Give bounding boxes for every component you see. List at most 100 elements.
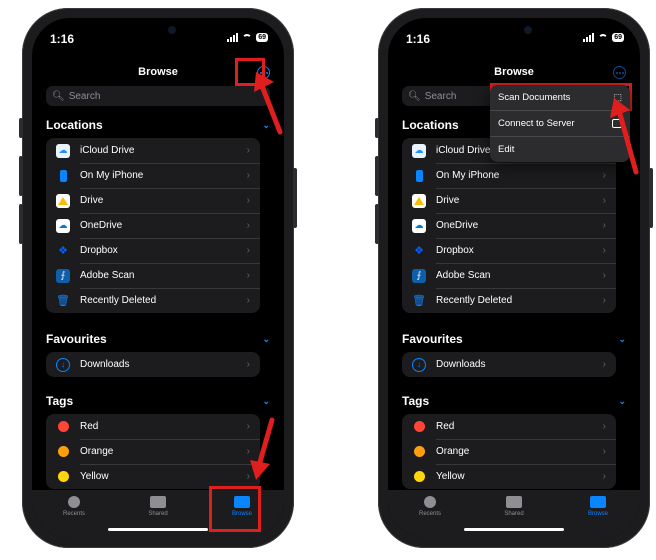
- list-item-label: Orange: [436, 446, 470, 457]
- adobe-scan-icon: ⨍: [412, 268, 426, 283]
- list-item-label: Adobe Scan: [436, 270, 491, 281]
- list-item-downloads[interactable]: ↓ Downloads ›: [46, 352, 260, 377]
- chevron-right-icon: ›: [246, 195, 250, 206]
- download-icon: ↓: [56, 357, 70, 372]
- arrow-to-browse-tab: [250, 417, 275, 480]
- onedrive-icon: ☁: [56, 218, 70, 233]
- list-item-dropbox[interactable]: ❖ Dropbox ›: [402, 238, 616, 263]
- list-item-tag-red[interactable]: Red ›: [402, 414, 616, 439]
- tab-label: Browse: [587, 511, 608, 517]
- tab-browse[interactable]: Browse: [568, 496, 628, 517]
- chevron-down-icon[interactable]: ⌄: [262, 334, 270, 345]
- google-drive-icon: [412, 193, 426, 208]
- locations-list: ☁ iCloud Drive › On My iPhone › Drive › …: [46, 138, 260, 313]
- list-item-onedrive[interactable]: ☁ OneDrive ›: [46, 213, 260, 238]
- list-item-label: On My iPhone: [80, 170, 144, 181]
- list-item-recently-deleted[interactable]: 🗑︎ Recently Deleted ›: [402, 288, 616, 313]
- wifi-icon: [242, 33, 253, 42]
- phone-right: 1:16 69 Browse 🔍︎ Search Locations ⌄ ☁ i…: [375, 8, 653, 548]
- wifi-icon: [598, 33, 609, 42]
- list-item-tag-yellow[interactable]: Yellow ›: [402, 464, 616, 489]
- list-item-label: Recently Deleted: [80, 295, 157, 306]
- list-item-tag-orange[interactable]: Orange ›: [46, 439, 260, 464]
- section-tags[interactable]: Tags ⌄: [402, 394, 626, 408]
- tag-dot-icon: [58, 421, 69, 432]
- google-drive-icon: [56, 193, 70, 208]
- trash-icon: 🗑︎: [56, 295, 70, 307]
- iphone-icon: [56, 169, 70, 183]
- list-item-label: Dropbox: [80, 245, 118, 256]
- tags-list: Red › Orange › Yellow ›: [402, 414, 616, 489]
- dropbox-icon: ❖: [414, 245, 424, 257]
- status-icons: 69: [227, 33, 268, 42]
- battery-icon: 69: [256, 33, 268, 42]
- list-item-on-my-iphone[interactable]: On My iPhone ›: [46, 163, 260, 188]
- list-item-on-my-iphone[interactable]: On My iPhone ›: [402, 163, 616, 188]
- chevron-right-icon: ›: [246, 145, 250, 156]
- list-item-drive[interactable]: Drive ›: [402, 188, 616, 213]
- list-item-label: Yellow: [80, 471, 109, 482]
- section-title: Tags: [46, 394, 74, 408]
- section-title: Tags: [402, 394, 430, 408]
- status-icons: 69: [583, 33, 624, 42]
- icloud-icon: ☁: [56, 143, 70, 158]
- section-favourites[interactable]: Favourites ⌄: [402, 332, 626, 346]
- highlight-box-browse-tab: [209, 486, 261, 532]
- chevron-right-icon: ›: [246, 245, 250, 256]
- chevron-down-icon[interactable]: ⌄: [618, 334, 626, 345]
- tab-recents[interactable]: Recents: [44, 496, 104, 517]
- search-icon: 🔍︎: [52, 90, 65, 102]
- list-item-label: iCloud Drive: [80, 145, 135, 156]
- chevron-down-icon[interactable]: ⌄: [262, 396, 270, 407]
- section-locations[interactable]: Locations ⌄: [46, 118, 270, 132]
- notch: [466, 18, 562, 44]
- icloud-icon: ☁: [412, 143, 426, 158]
- chevron-right-icon: ›: [602, 295, 606, 306]
- menu-item-label: Scan Documents: [498, 92, 571, 103]
- tag-dot-icon: [414, 421, 425, 432]
- chevron-right-icon: ›: [602, 220, 606, 231]
- chevron-right-icon: ›: [246, 295, 250, 306]
- screen: 1:16 69 Browse 🔍︎ Search Locations ⌄ ☁ i…: [388, 18, 640, 538]
- list-item-label: Recently Deleted: [436, 295, 513, 306]
- signal-icon: [583, 33, 595, 42]
- list-item-adobe-scan[interactable]: ⨍ Adobe Scan ›: [402, 263, 616, 288]
- list-item-recently-deleted[interactable]: 🗑︎ Recently Deleted ›: [46, 288, 260, 313]
- tab-shared[interactable]: Shared: [128, 496, 188, 517]
- section-favourites[interactable]: Favourites ⌄: [46, 332, 270, 346]
- shared-folder-icon: [150, 496, 166, 508]
- search-input[interactable]: 🔍︎ Search: [46, 86, 270, 106]
- list-item-label: Red: [436, 421, 455, 432]
- section-title: Locations: [46, 118, 103, 132]
- tab-recents[interactable]: Recents: [400, 496, 460, 517]
- more-options-button[interactable]: [613, 66, 626, 79]
- list-item-dropbox[interactable]: ❖ Dropbox ›: [46, 238, 260, 263]
- list-item-onedrive[interactable]: ☁ OneDrive ›: [402, 213, 616, 238]
- list-item-adobe-scan[interactable]: ⨍ Adobe Scan ›: [46, 263, 260, 288]
- trash-icon: 🗑︎: [412, 295, 426, 307]
- list-item-label: OneDrive: [80, 220, 123, 231]
- chevron-down-icon[interactable]: ⌄: [618, 396, 626, 407]
- menu-item-label: Edit: [498, 144, 515, 155]
- list-item-icloud-drive[interactable]: ☁ iCloud Drive ›: [46, 138, 260, 163]
- chevron-right-icon: ›: [602, 195, 606, 206]
- section-tags[interactable]: Tags ⌄: [46, 394, 270, 408]
- menu-item-label: Connect to Server: [498, 118, 575, 129]
- list-item-downloads[interactable]: ↓ Downloads ›: [402, 352, 616, 377]
- list-item-drive[interactable]: Drive ›: [46, 188, 260, 213]
- tag-dot-icon: [414, 471, 425, 482]
- home-indicator: [464, 528, 564, 531]
- list-item-tag-red[interactable]: Red ›: [46, 414, 260, 439]
- tab-shared[interactable]: Shared: [484, 496, 544, 517]
- clock-icon: [424, 496, 436, 508]
- tags-list: Red › Orange › Yellow ›: [46, 414, 260, 489]
- notch: [110, 18, 206, 44]
- list-item-label: Drive: [436, 195, 460, 206]
- list-item-tag-orange[interactable]: Orange ›: [402, 439, 616, 464]
- chevron-right-icon: ›: [602, 270, 606, 281]
- status-time: 1:16: [406, 32, 431, 46]
- status-time: 1:16: [50, 32, 75, 46]
- shared-folder-icon: [506, 496, 522, 508]
- list-item-label: Orange: [80, 446, 114, 457]
- chevron-right-icon: ›: [602, 421, 606, 432]
